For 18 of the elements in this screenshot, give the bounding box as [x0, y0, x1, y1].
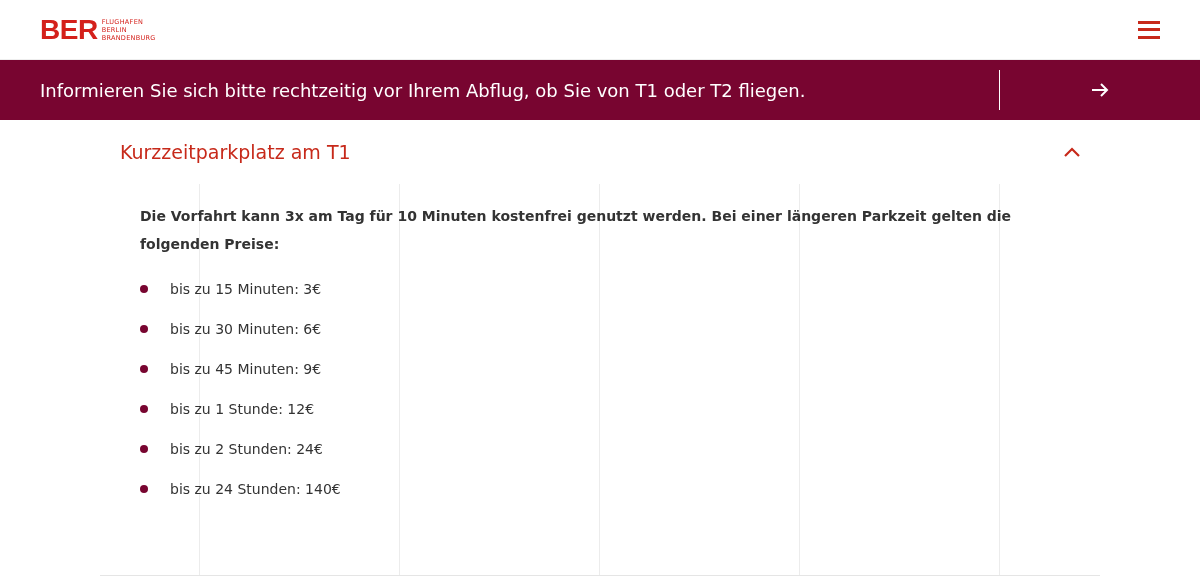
intro-text: Die Vorfahrt kann 3x am Tag für 10 Minuten kostenfrei genutzt werden. Bei einer längeren Parkzeit gelten die folgenden Preise:: [140, 207, 1013, 254]
price-item: bis zu 2 Stunden: 24€: [170, 441, 323, 457]
arrow-right-icon: [1091, 82, 1109, 98]
bullet-icon: [140, 285, 148, 293]
chevron-up-icon: [1064, 147, 1080, 157]
price-item: bis zu 30 Minuten: 6€: [170, 321, 322, 337]
price-item: bis zu 1 Stunde: 12€: [170, 401, 315, 417]
price-item: bis zu 24 Stunden: 140€: [170, 481, 341, 497]
price-item: bis zu 15 Minuten: 3€: [170, 281, 322, 297]
price-item: bis zu 45 Minuten: 9€: [170, 361, 322, 377]
bullet-icon: [140, 365, 148, 373]
bullet-icon: [140, 485, 148, 493]
bullet-icon: [140, 325, 148, 333]
logo-mark: BER: [40, 15, 98, 44]
bullet-icon: [140, 445, 148, 453]
notice-text: Informieren Sie sich bitte rechtzeitig vor Ihrem Abflug, ob Sie von T1 oder T2 fliegen.: [39, 79, 807, 101]
bullet-icon: [140, 405, 148, 413]
menu-icon[interactable]: [1138, 20, 1160, 39]
